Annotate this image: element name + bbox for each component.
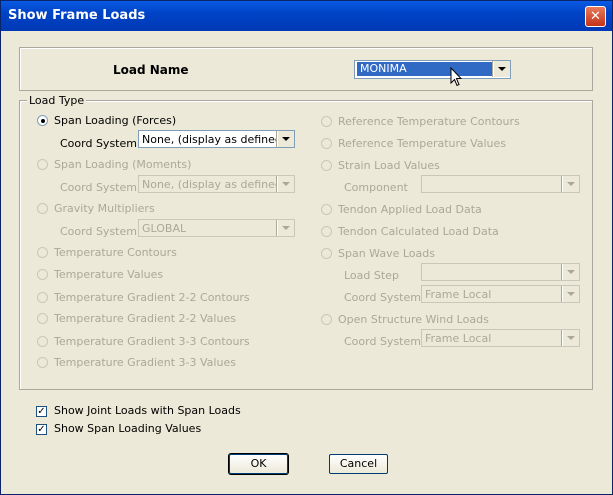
ref-temp-values-label: Reference Temperature Values <box>338 137 507 150</box>
span-forces-label: Span Loading (Forces) <box>54 114 177 127</box>
show-joint-loads-label: Show Joint Loads with Span Loads <box>54 404 241 417</box>
span-forces-coord-label: Coord System <box>60 137 137 150</box>
show-span-values-label: Show Span Loading Values <box>54 422 202 435</box>
radio-tg33-contours[interactable] <box>37 336 48 347</box>
ref-temp-contours-label: Reference Temperature Contours <box>338 115 520 128</box>
show-joint-loads-checkbox[interactable]: ✓ <box>36 406 47 417</box>
window-title: Show Frame Loads <box>8 8 146 23</box>
span-moments-coord-label: Coord System <box>60 181 137 194</box>
chevron-down-icon[interactable] <box>562 330 579 346</box>
radio-tg22-contours[interactable] <box>37 292 48 303</box>
strain-component-select[interactable] <box>421 175 580 193</box>
gravity-coord-select[interactable]: GLOBAL <box>138 219 295 237</box>
cancel-button[interactable]: Cancel <box>329 454 388 474</box>
chevron-down-icon[interactable] <box>277 176 294 192</box>
load-name-value: MONIMA <box>357 62 493 76</box>
span-wave-coord-label: Coord System <box>344 291 421 304</box>
strain-component-label: Component <box>344 181 408 194</box>
temp-contours-label: Temperature Contours <box>54 246 177 259</box>
chevron-down-icon[interactable] <box>493 61 510 77</box>
open-wind-coord-value: Frame Local <box>425 332 492 345</box>
chevron-down-icon[interactable] <box>277 220 294 236</box>
chevron-down-icon[interactable] <box>562 176 579 192</box>
radio-tendon-calculated[interactable] <box>321 226 332 237</box>
gravity-label: Gravity Multipliers <box>54 202 155 215</box>
span-forces-coord-select[interactable]: None, (display as defined) <box>138 130 295 148</box>
span-wave-coord-value: Frame Local <box>425 288 492 301</box>
radio-tg33-values[interactable] <box>37 357 48 368</box>
load-type-legend: Load Type <box>27 94 87 107</box>
tg33-values-label: Temperature Gradient 3-3 Values <box>54 356 236 369</box>
ok-button[interactable]: OK <box>229 454 288 474</box>
close-button[interactable]: ✕ <box>585 6 606 27</box>
span-moments-coord-select[interactable]: None, (display as defined) <box>138 175 295 193</box>
tg33-contours-label: Temperature Gradient 3-3 Contours <box>54 335 250 348</box>
title-bar: Show Frame Loads ✕ <box>1 1 612 31</box>
radio-span-moments[interactable] <box>37 159 48 170</box>
temp-values-label: Temperature Values <box>54 268 164 281</box>
tg22-values-label: Temperature Gradient 2-2 Values <box>54 312 236 325</box>
open-wind-coord-select[interactable]: Frame Local <box>421 329 580 347</box>
open-wind-coord-label: Coord System <box>344 335 421 348</box>
tg22-contours-label: Temperature Gradient 2-2 Contours <box>54 291 250 304</box>
chevron-down-icon[interactable] <box>562 264 579 280</box>
open-wind-label: Open Structure Wind Loads <box>338 313 489 326</box>
tendon-calculated-label: Tendon Calculated Load Data <box>338 225 499 238</box>
radio-temp-contours[interactable] <box>37 247 48 258</box>
show-span-values-checkbox[interactable]: ✓ <box>36 424 47 435</box>
radio-gravity[interactable] <box>37 203 48 214</box>
load-name-label: Load Name <box>113 63 189 77</box>
span-wave-load-step-label: Load Step <box>344 269 399 282</box>
radio-strain[interactable] <box>321 160 332 171</box>
chevron-down-icon[interactable] <box>277 131 294 147</box>
radio-temp-values[interactable] <box>37 269 48 280</box>
span-wave-label: Span Wave Loads <box>338 247 435 260</box>
radio-span-forces[interactable] <box>37 115 48 126</box>
span-moments-label: Span Loading (Moments) <box>54 158 192 171</box>
dialog-window: Show Frame Loads ✕ Load Name MONIMA Load… <box>0 0 613 495</box>
radio-tg22-values[interactable] <box>37 313 48 324</box>
chevron-down-icon[interactable] <box>562 286 579 302</box>
load-name-select[interactable]: MONIMA <box>354 60 511 79</box>
radio-ref-temp-values[interactable] <box>321 138 332 149</box>
span-moments-coord-value: None, (display as defined) <box>142 178 287 191</box>
radio-tendon-applied[interactable] <box>321 204 332 215</box>
radio-open-wind[interactable] <box>321 314 332 325</box>
span-forces-coord-value: None, (display as defined) <box>142 133 287 146</box>
span-wave-coord-select[interactable]: Frame Local <box>421 285 580 303</box>
gravity-coord-value: GLOBAL <box>142 222 187 235</box>
mouse-cursor-icon <box>450 67 462 87</box>
radio-ref-temp-contours[interactable] <box>321 116 332 127</box>
strain-label: Strain Load Values <box>338 159 440 172</box>
radio-span-wave[interactable] <box>321 248 332 259</box>
tendon-applied-label: Tendon Applied Load Data <box>338 203 482 216</box>
gravity-coord-label: Coord System <box>60 225 137 238</box>
span-wave-load-step-select[interactable] <box>421 263 580 281</box>
